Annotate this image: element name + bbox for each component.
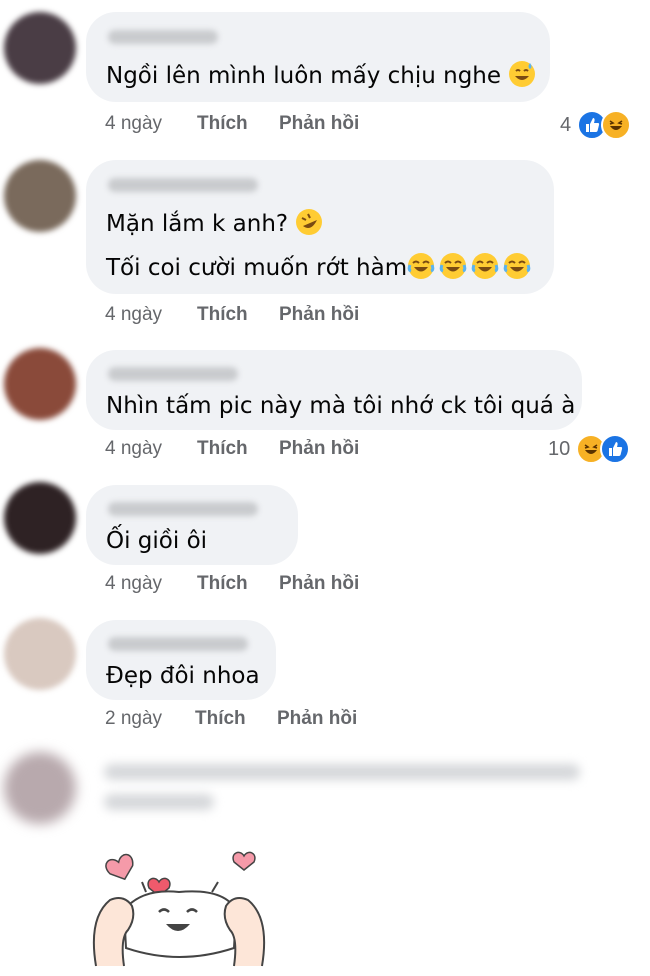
comment-bubble: Mặn lắm k anh? Tối coi cười muốn rớt hàm xyxy=(86,160,554,294)
rofl-emoji-icon xyxy=(296,209,323,235)
comment-meta: 4 ngày Thích Phản hồi xyxy=(105,438,405,462)
haha-reaction-icon xyxy=(601,110,632,140)
joy-emoji-icon xyxy=(407,253,435,279)
author-name-blurred[interactable] xyxy=(108,178,258,192)
sticker[interactable] xyxy=(84,848,274,971)
comment-text: Ối giồi ôi xyxy=(106,528,208,554)
avatar[interactable] xyxy=(4,482,76,554)
like-button[interactable]: Thích xyxy=(197,573,248,595)
reply-button[interactable]: Phản hồi xyxy=(277,708,357,730)
comment-text: Nhìn tấm pic này mà tôi nhớ ck tôi quá à xyxy=(106,393,576,419)
like-button[interactable]: Thích xyxy=(197,113,248,135)
timestamp: 4 ngày xyxy=(105,304,163,325)
author-name-blurred[interactable] xyxy=(108,637,248,651)
like-button[interactable]: Thích xyxy=(197,304,248,326)
avatar[interactable] xyxy=(4,618,76,690)
joy-emoji-icon xyxy=(439,253,467,279)
comment-bubble: Ngồi lên mình luôn mấy chịu nghe xyxy=(86,12,550,102)
comment-meta: 4 ngày Thích Phản hồi xyxy=(105,304,405,328)
reaction-summary[interactable]: 10 xyxy=(548,434,631,464)
avatar[interactable] xyxy=(4,12,76,84)
comment-text: Ngồi lên mình luôn mấy chịu nghe xyxy=(106,60,536,89)
like-button[interactable]: Thích xyxy=(195,708,246,730)
reaction-count: 10 xyxy=(548,437,571,460)
sweat-smile-emoji-icon xyxy=(509,61,536,87)
blurred-comment-text xyxy=(104,764,580,780)
author-name-blurred[interactable] xyxy=(108,367,238,381)
cute-hands-heart-sticker-icon xyxy=(92,851,266,967)
timestamp: 4 ngày xyxy=(105,438,163,459)
reply-button[interactable]: Phản hồi xyxy=(279,573,359,595)
reply-button[interactable]: Phản hồi xyxy=(279,438,359,460)
comment-text-line2: Tối coi cười muốn rớt hàm xyxy=(106,252,531,281)
avatar[interactable] xyxy=(4,160,76,232)
comment-meta: 4 ngày Thích Phản hồi xyxy=(105,113,405,137)
comment-bubble: Nhìn tấm pic này mà tôi nhớ ck tôi quá à xyxy=(86,350,582,430)
author-name-blurred[interactable] xyxy=(108,30,218,44)
joy-emoji-icon xyxy=(471,253,499,279)
joy-emoji-icon xyxy=(503,253,531,279)
avatar[interactable] xyxy=(4,348,76,420)
reply-button[interactable]: Phản hồi xyxy=(279,113,359,135)
like-reaction-icon xyxy=(600,434,631,464)
timestamp: 4 ngày xyxy=(105,113,163,134)
comment-bubble: Đẹp đôi nhoa xyxy=(86,620,276,700)
comment-text: Mặn lắm k anh? xyxy=(106,208,323,237)
comment-meta: 4 ngày Thích Phản hồi xyxy=(105,573,405,597)
blurred-comment-text xyxy=(104,794,214,810)
avatar[interactable] xyxy=(4,752,76,824)
reply-button[interactable]: Phản hồi xyxy=(279,304,359,326)
comment-meta: 2 ngày Thích Phản hồi xyxy=(105,708,405,732)
reaction-count: 4 xyxy=(560,113,572,136)
comment-bubble: Ối giồi ôi xyxy=(86,485,298,565)
comment-text: Đẹp đôi nhoa xyxy=(106,663,260,689)
timestamp: 4 ngày xyxy=(105,573,163,594)
author-name-blurred[interactable] xyxy=(108,502,258,516)
reaction-summary[interactable]: 4 xyxy=(560,110,632,140)
like-button[interactable]: Thích xyxy=(197,438,248,460)
timestamp: 2 ngày xyxy=(105,708,163,729)
